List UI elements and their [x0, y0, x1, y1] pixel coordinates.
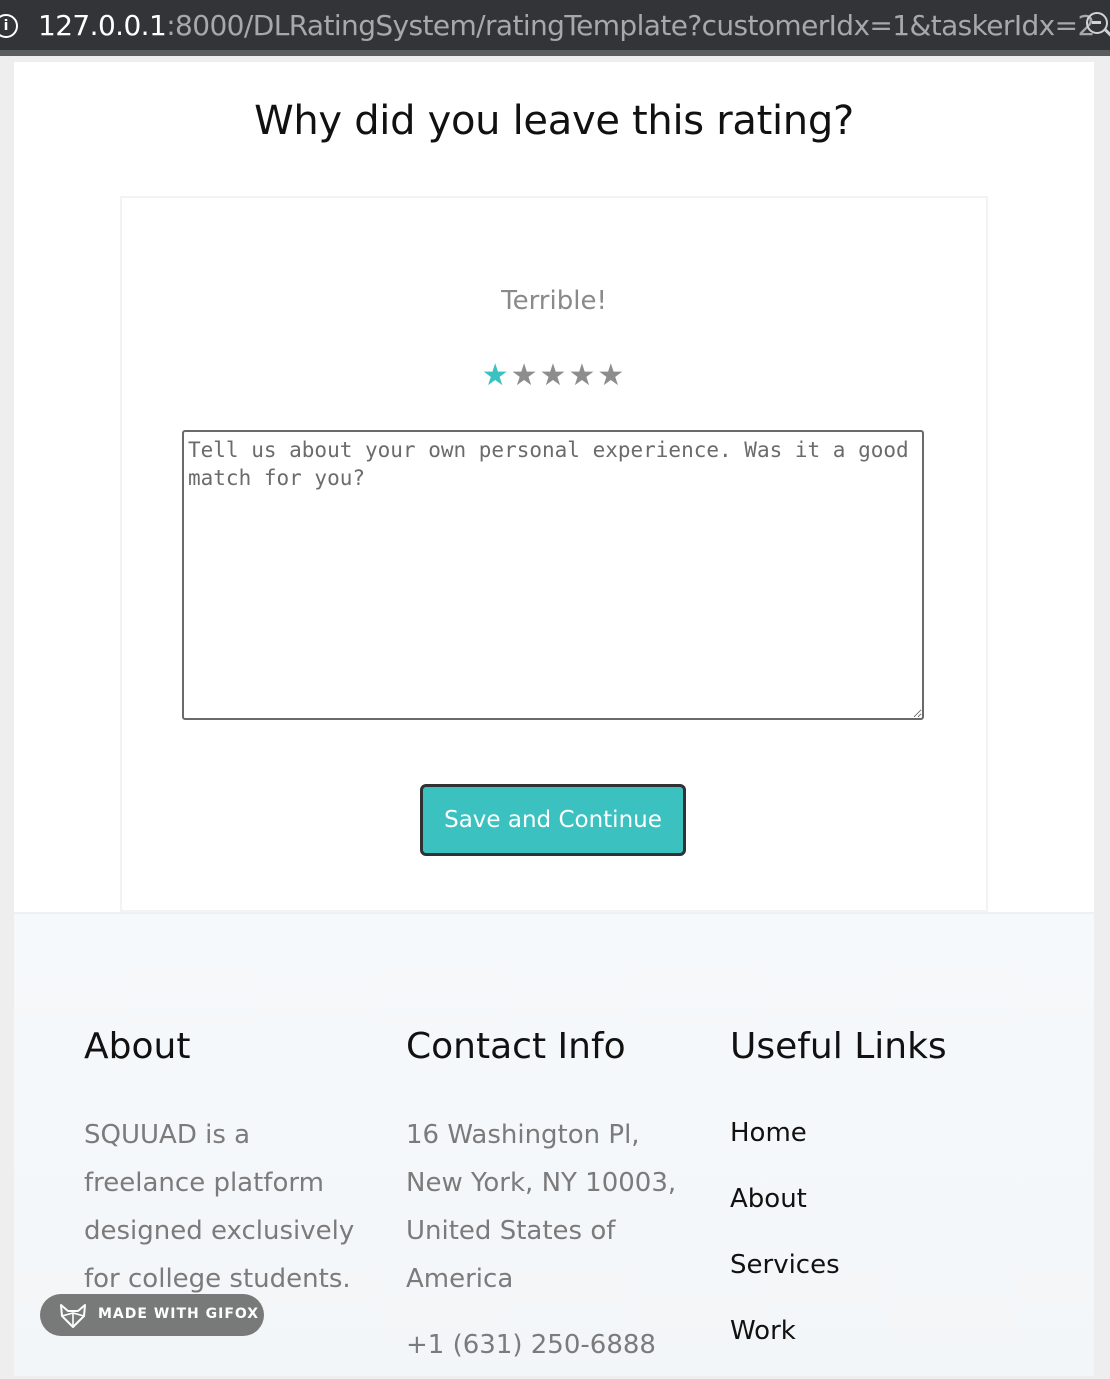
links-title: Useful Links — [730, 1026, 947, 1067]
star-2-icon[interactable]: ★ — [511, 358, 540, 393]
star-3-icon[interactable]: ★ — [540, 358, 569, 393]
footer-link-about[interactable]: About — [730, 1181, 1030, 1217]
rating-card: Terrible! ★★★★★ Save and Continue — [120, 196, 988, 912]
footer-about: About SQUUAD is a freelance platform des… — [84, 1026, 374, 1303]
url-text[interactable]: 127.0.0.1:8000/DLRatingSystem/ratingTemp… — [38, 10, 1095, 42]
page-title: Why did you leave this rating? — [254, 98, 854, 144]
url-path: :8000/DLRatingSystem/ratingTemplate?cust… — [166, 9, 1095, 42]
star-5-icon[interactable]: ★ — [597, 358, 626, 393]
contact-phone: +1 (631) 250-6888 — [406, 1330, 656, 1360]
contact-address: 16 Washington Pl, New York, NY 10003, Un… — [406, 1120, 677, 1294]
footer-link-work[interactable]: Work — [730, 1313, 1030, 1349]
about-text: SQUUAD is a freelance platform designed … — [84, 1120, 355, 1294]
star-4-icon[interactable]: ★ — [568, 358, 597, 393]
zoom-icon[interactable] — [1086, 12, 1108, 34]
experience-textarea[interactable] — [182, 430, 924, 720]
url-host: 127.0.0.1 — [38, 9, 167, 42]
gifox-badge: MADE WITH GIFOX — [40, 1294, 264, 1336]
contact-title: Contact Info — [406, 1026, 626, 1067]
star-1-icon[interactable]: ★ — [482, 358, 511, 393]
rating-label: Terrible! — [501, 286, 607, 316]
gifox-text: MADE WITH GIFOX — [98, 1306, 260, 1322]
footer-link-services[interactable]: Services — [730, 1247, 1030, 1283]
footer-contact: Contact Info 16 Washington Pl, New York,… — [406, 1026, 696, 1369]
fox-logo-icon — [60, 1304, 86, 1328]
star-rating[interactable]: ★★★★★ — [122, 358, 986, 394]
footer-link-home[interactable]: Home — [730, 1115, 1030, 1151]
browser-address-bar[interactable]: i 127.0.0.1:8000/DLRatingSystem/ratingTe… — [0, 0, 1110, 56]
save-and-continue-button[interactable]: Save and Continue — [420, 784, 686, 856]
footer-links: Useful Links Home About Services Work — [730, 1026, 1030, 1379]
about-title: About — [84, 1026, 191, 1067]
page: Why did you leave this rating? Terrible!… — [14, 62, 1094, 1376]
info-icon[interactable]: i — [0, 14, 18, 38]
